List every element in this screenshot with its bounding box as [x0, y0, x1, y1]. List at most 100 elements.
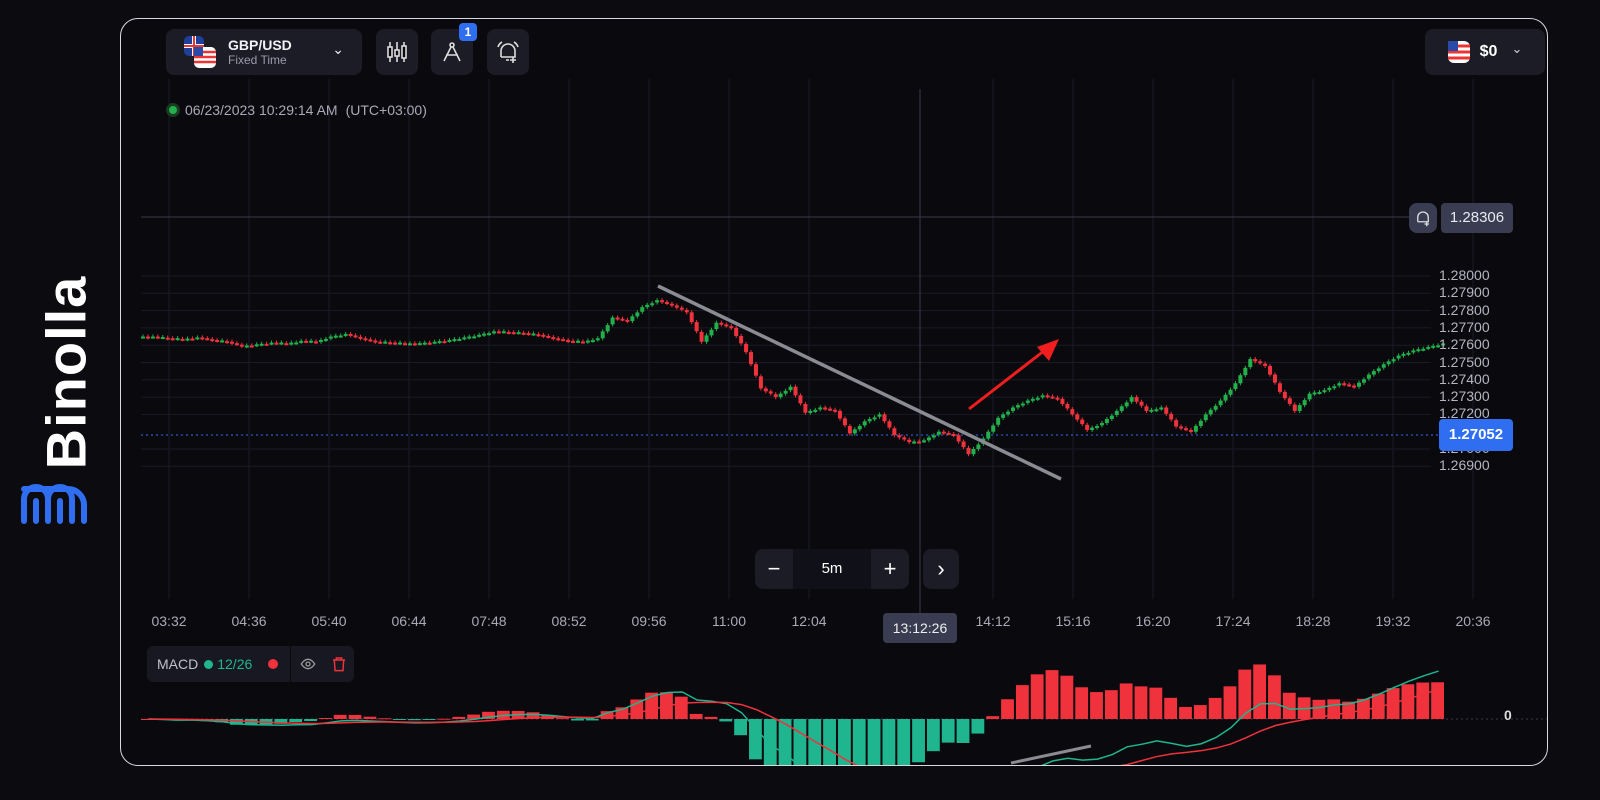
macd-histogram-bar [1401, 684, 1415, 719]
macd-histogram-bar [719, 719, 733, 722]
candle [892, 428, 897, 436]
candle [1006, 411, 1011, 415]
macd-histogram-bar [348, 714, 362, 719]
macd-histogram-bar [422, 719, 436, 720]
candle [551, 337, 556, 340]
time-axis-label: 06:44 [391, 613, 427, 629]
binolla-logo-icon [21, 484, 87, 524]
time-axis-label: 08:52 [551, 613, 587, 629]
candle [625, 319, 630, 322]
candle [1376, 368, 1381, 372]
candle [709, 329, 714, 336]
candle [1075, 414, 1080, 420]
asset-selector[interactable]: GBP/USD Fixed Time ⌄ [166, 29, 362, 75]
candle [580, 341, 585, 344]
candle [1159, 407, 1164, 410]
macd-histogram-bar [1208, 697, 1222, 719]
candle [926, 437, 931, 441]
candle [902, 437, 907, 440]
candle [145, 336, 150, 339]
candle [650, 303, 655, 306]
candle [996, 417, 1001, 425]
macd-histogram-bar [1282, 692, 1296, 719]
macd-histogram-bar [704, 716, 718, 719]
candle [758, 376, 763, 389]
candle [417, 343, 422, 346]
candle [318, 340, 323, 343]
candle [660, 300, 665, 303]
candle [897, 435, 902, 438]
timeframe-value[interactable]: 5m [793, 549, 871, 589]
candle [1124, 402, 1129, 407]
candle [457, 338, 462, 341]
candle [541, 334, 546, 337]
candle [986, 431, 991, 439]
candle [808, 410, 813, 413]
candle [477, 334, 482, 337]
candle [491, 331, 496, 334]
candle [1129, 397, 1134, 402]
candle [1272, 374, 1277, 383]
candle [294, 342, 299, 345]
candle [249, 345, 254, 348]
alert-bell-marker[interactable] [1409, 203, 1437, 233]
candle [215, 340, 220, 343]
trendline-drawing [657, 284, 1062, 481]
candle [472, 336, 477, 339]
macd-indicator-header: MACD 12/26 [147, 646, 355, 682]
candle [150, 336, 155, 339]
candle [220, 340, 225, 343]
candle [244, 345, 249, 348]
macd-histogram-bar [763, 719, 777, 765]
candle [823, 407, 828, 410]
candle [1188, 429, 1193, 432]
zoom-out-button[interactable]: − [755, 556, 793, 582]
macd-histogram-bar [1015, 685, 1029, 719]
scroll-to-latest-button[interactable]: › [923, 549, 959, 589]
candle [1332, 386, 1337, 389]
candle [447, 340, 452, 343]
macd-histogram-bar [333, 714, 347, 719]
candle [1287, 398, 1292, 404]
candle [862, 421, 867, 426]
candle [1045, 395, 1050, 398]
candle [239, 344, 244, 347]
candle [907, 439, 912, 443]
toggle-visibility-button[interactable] [290, 646, 324, 682]
candle [1164, 407, 1169, 414]
candle [1396, 355, 1401, 359]
candle [1154, 409, 1159, 412]
candle [200, 337, 205, 340]
candle [561, 339, 566, 342]
candle [304, 340, 309, 343]
delete-indicator-button[interactable] [324, 656, 354, 672]
candle [333, 335, 338, 338]
candle [343, 333, 348, 336]
candle [1134, 397, 1139, 402]
macd-histogram-bar [689, 713, 703, 719]
candle [704, 335, 709, 342]
price-axis-label: 1.27900 [1439, 284, 1490, 301]
drawing-tools-button[interactable]: 1 [431, 23, 477, 75]
trash-icon [333, 657, 346, 672]
candle [773, 394, 778, 398]
candle [655, 300, 660, 303]
candle [309, 340, 314, 343]
add-alert-button[interactable] [487, 29, 529, 75]
candle [546, 335, 551, 338]
datetime: 06/23/2023 10:29:14 AM [185, 102, 338, 118]
candle [1149, 409, 1154, 412]
macd-histogram-bar [585, 719, 599, 721]
time-axis-label: 16:20 [1135, 613, 1171, 629]
timezone: (UTC+03:00) [345, 102, 427, 118]
candle [521, 332, 526, 335]
candle [729, 326, 734, 329]
candle [1050, 396, 1055, 399]
compass-icon [443, 42, 461, 62]
balance-selector[interactable]: $0 ⌄ [1425, 29, 1545, 75]
time-axis-label: 04:36 [231, 613, 267, 629]
candle [1312, 392, 1317, 395]
chart-type-button[interactable] [376, 29, 418, 75]
macd-histogram-bar [1253, 664, 1267, 719]
zoom-in-button[interactable]: + [871, 556, 909, 582]
